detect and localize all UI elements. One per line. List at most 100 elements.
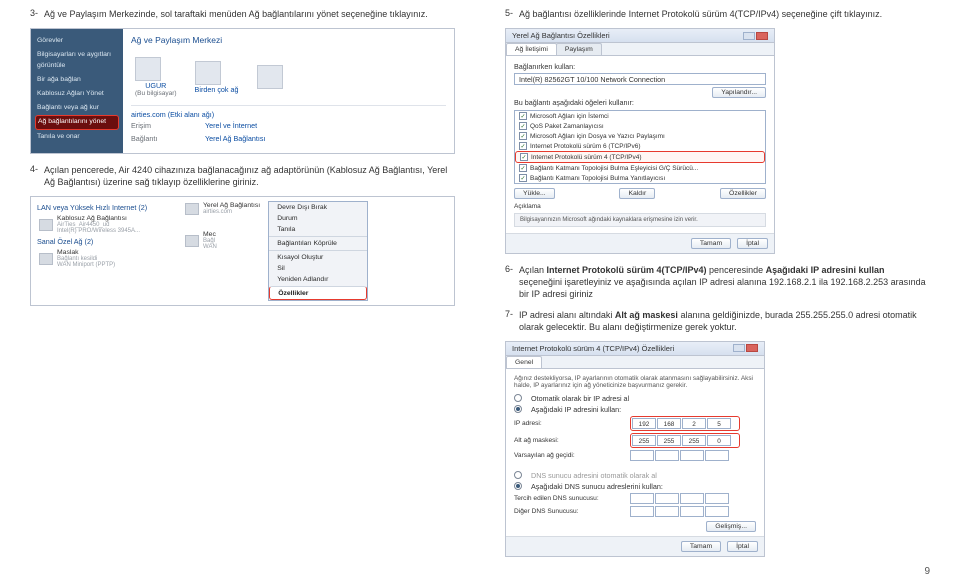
menu-delete[interactable]: Sil xyxy=(269,263,367,274)
step-num: 4- xyxy=(30,164,44,188)
octet[interactable]: 255 xyxy=(657,435,681,446)
step-text: Ağ bağlantısı özelliklerinde Internet Pr… xyxy=(519,8,930,20)
octet[interactable]: 192 xyxy=(632,418,656,429)
octet[interactable] xyxy=(655,450,679,461)
sidebar-heading: Görevler xyxy=(35,35,119,48)
octet[interactable]: 2 xyxy=(682,418,706,429)
radio-manual-dns[interactable]: Aşağıdaki DNS sunucu adreslerini kullan: xyxy=(514,482,756,491)
octet[interactable] xyxy=(630,506,654,517)
octet[interactable] xyxy=(680,493,704,504)
lan-name: Yerel Ağ Bağlantısı xyxy=(203,202,260,209)
step-text: Açılan pencerede, Air 4240 cihazınıza ba… xyxy=(44,164,455,188)
item-lltd-io[interactable]: ✓Bağlantı Katmanı Topolojisi Bulma Eşley… xyxy=(515,163,765,173)
list-label: Bu bağlantı aşağıdaki öğeleri kullanır: xyxy=(514,98,766,107)
dns2-input[interactable] xyxy=(630,506,740,517)
advanced-button[interactable]: Gelişmiş... xyxy=(706,521,756,532)
octet[interactable] xyxy=(705,450,729,461)
item-ipv6[interactable]: ✓Internet Protokolü sürüm 6 (TCP/IPv6) xyxy=(515,141,765,151)
help-button[interactable] xyxy=(733,344,745,352)
sidebar-item-manage-connections[interactable]: Ağ bağlantılarını yönet xyxy=(35,115,119,130)
close-button[interactable] xyxy=(746,344,758,352)
install-button[interactable]: Yükle... xyxy=(514,188,555,199)
octet[interactable]: 168 xyxy=(657,418,681,429)
sidebar-item-diagnose[interactable]: Tanıla ve onar xyxy=(35,131,119,144)
menu-diagnose[interactable]: Tanıla xyxy=(269,224,367,235)
vpn-icon xyxy=(185,235,199,247)
titlebar: Internet Protokolü sürüm 4 (TCP/IPv4) Öz… xyxy=(506,342,764,356)
vpn-maslak[interactable]: Maslak Bağlantı kesildi WAN Miniport (PP… xyxy=(37,248,175,269)
octet[interactable] xyxy=(705,506,729,517)
item-qos[interactable]: ✓QoS Paket Zamanlayıcısı xyxy=(515,121,765,131)
page-number: 9 xyxy=(924,566,930,577)
subnet-mask-input[interactable]: 255 255 255 0 xyxy=(630,433,740,448)
menu-properties[interactable]: Özellikler xyxy=(269,286,367,300)
octet[interactable] xyxy=(680,450,704,461)
step-num: 7- xyxy=(505,309,519,333)
menu-bridge[interactable]: Bağlantıları Köprüle xyxy=(269,236,367,249)
sidebar-item-wireless[interactable]: Kablosuz Ağları Yönet xyxy=(35,88,119,101)
domain-link[interactable]: airties.com (Etki alanı ağı) xyxy=(131,110,446,119)
ok-button[interactable]: Tamam xyxy=(691,238,731,249)
checkbox-icon[interactable]: ✓ xyxy=(520,153,528,161)
configure-button[interactable]: Yapılandır... xyxy=(712,87,766,98)
item-lltd-resp[interactable]: ✓Bağlantı Katmanı Topolojisi Bulma Yanıt… xyxy=(515,173,765,183)
close-button[interactable] xyxy=(756,32,768,40)
radio-icon xyxy=(514,471,522,479)
computer-icon xyxy=(135,57,161,81)
checkbox-icon[interactable]: ✓ xyxy=(519,132,527,140)
octet[interactable]: 0 xyxy=(707,435,731,446)
host-sub: (Bu bilgisayar) xyxy=(135,90,177,97)
ok-button[interactable]: Tamam xyxy=(681,541,721,552)
sidebar-item-connect[interactable]: Bir ağa bağlan xyxy=(35,74,119,87)
screenshot-ipv4-props: Internet Protokolü sürüm 4 (TCP/IPv4) Öz… xyxy=(505,341,765,557)
checkbox-icon[interactable]: ✓ xyxy=(519,142,527,150)
wlan-connection[interactable]: Kablosuz Ağ Bağlantısı AirTies_Air4450_u… xyxy=(37,214,175,235)
lan-icon xyxy=(185,203,199,215)
checkbox-icon[interactable]: ✓ xyxy=(519,112,527,120)
cancel-button[interactable]: İptal xyxy=(727,541,758,552)
octet[interactable] xyxy=(705,493,729,504)
sidebar-item-setup[interactable]: Bağlantı veya ağ kur xyxy=(35,102,119,115)
context-menu: Devre Dışı Bırak Durum Tanıla Bağlantıla… xyxy=(268,201,368,301)
radio-manual-ip[interactable]: Aşağıdaki IP adresini kullan: xyxy=(514,405,756,414)
tab-general[interactable]: Genel xyxy=(506,356,542,368)
checkbox-icon[interactable]: ✓ xyxy=(519,164,527,172)
item-client[interactable]: ✓Microsoft Ağları için İstemci xyxy=(515,111,765,121)
vpn-heading: Sanal Özel Ağ (2) xyxy=(37,237,175,246)
screenshot-lan-props: Yerel Ağ Bağlantısı Özellikleri Ağ İleti… xyxy=(505,28,775,254)
octet[interactable] xyxy=(630,493,654,504)
tab-network[interactable]: Ağ İletişimi xyxy=(506,43,557,55)
item-fileshare[interactable]: ✓Microsoft Ağları için Dosya ve Yazıcı P… xyxy=(515,131,765,141)
gateway-input[interactable] xyxy=(630,450,740,461)
step-num: 3- xyxy=(30,8,44,20)
gw-label: Varsayılan ağ geçidi: xyxy=(514,452,624,459)
menu-status[interactable]: Durum xyxy=(269,213,367,224)
radio-auto-ip[interactable]: Otomatik olarak bir IP adresi al xyxy=(514,394,756,403)
menu-shortcut[interactable]: Kısayol Oluştur xyxy=(269,250,367,263)
menu-rename[interactable]: Yeniden Adlandır xyxy=(269,274,367,285)
uninstall-button[interactable]: Kaldır xyxy=(619,188,655,199)
sidebar-item-devices[interactable]: Bilgisayarları ve aygıtları görüntüle xyxy=(35,49,119,73)
octet[interactable]: 255 xyxy=(682,435,706,446)
lan-connection[interactable]: Yerel Ağ Bağlantısı airties.com xyxy=(183,201,262,216)
octet[interactable]: 255 xyxy=(632,435,656,446)
help-button[interactable] xyxy=(743,32,755,40)
octet[interactable] xyxy=(680,506,704,517)
dns1-input[interactable] xyxy=(630,493,740,504)
cancel-button[interactable]: İptal xyxy=(737,238,768,249)
octet[interactable] xyxy=(655,493,679,504)
vpn-sub2: WAN Miniport (PPTP) xyxy=(57,262,115,268)
menu-disable[interactable]: Devre Dışı Bırak xyxy=(269,202,367,213)
properties-button[interactable]: Özellikler xyxy=(720,188,766,199)
octet[interactable] xyxy=(630,450,654,461)
checkbox-icon[interactable]: ✓ xyxy=(519,174,527,182)
vpn-mec[interactable]: Mec Bağl WAN xyxy=(183,230,262,251)
octet[interactable]: 5 xyxy=(707,418,731,429)
desc-heading: Açıklama xyxy=(514,203,766,210)
octet[interactable] xyxy=(655,506,679,517)
tab-sharing[interactable]: Paylaşım xyxy=(556,43,602,55)
step-7: 7- IP adresi alanı altındaki Alt ağ mask… xyxy=(505,309,930,333)
item-ipv4[interactable]: ✓Internet Protokolü sürüm 4 (TCP/IPv4) xyxy=(515,151,765,163)
ip-address-input[interactable]: 192 168 2 5 xyxy=(630,416,740,431)
checkbox-icon[interactable]: ✓ xyxy=(519,122,527,130)
